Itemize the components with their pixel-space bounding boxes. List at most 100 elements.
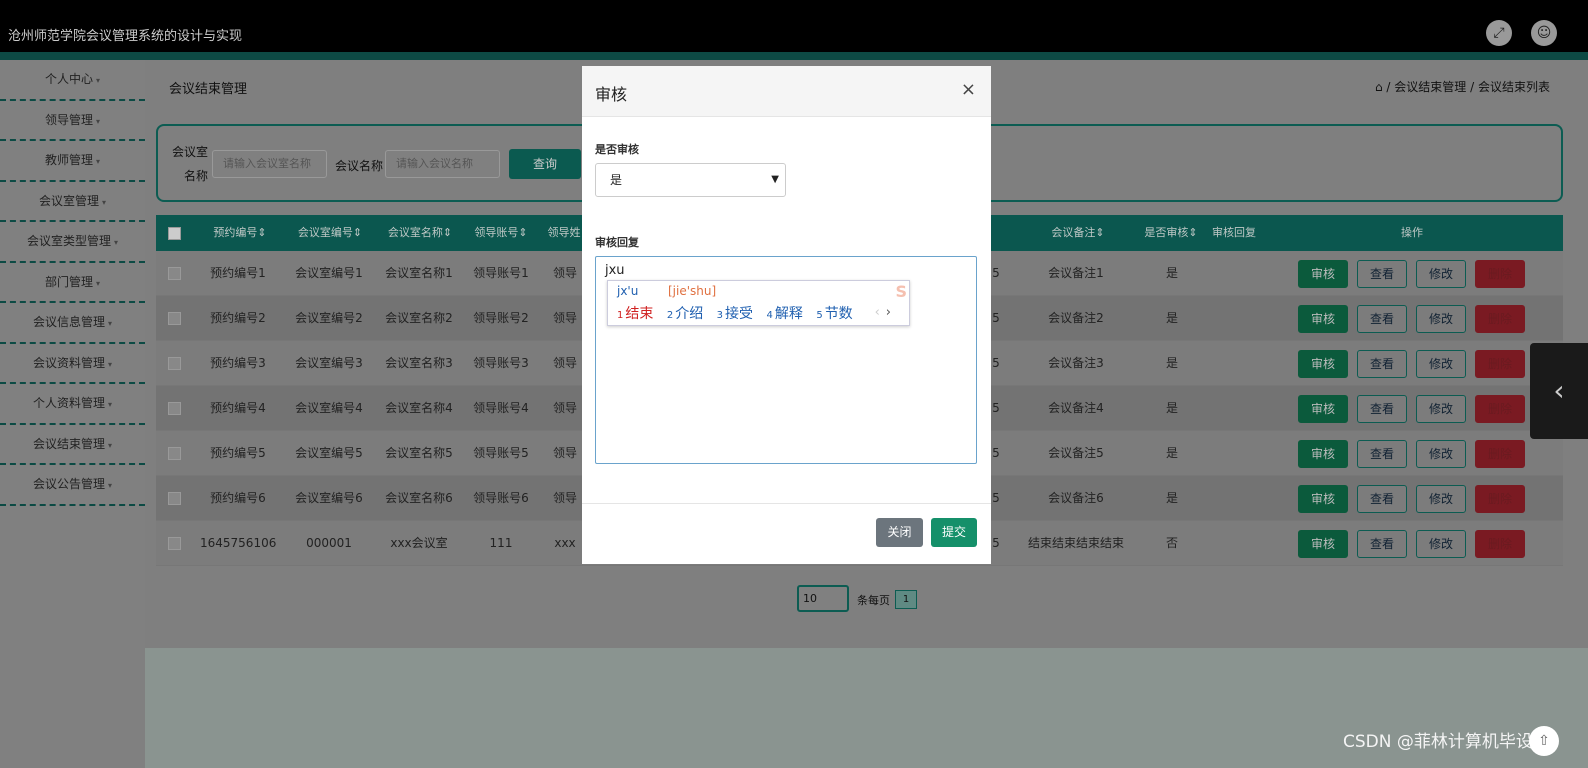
ime-next-icon[interactable]: › — [886, 305, 891, 320]
breadcrumb-level1[interactable]: 会议结束管理 — [1394, 80, 1466, 94]
ime-candidate-word: 接受 — [725, 306, 754, 322]
delete-button[interactable]: 删除 — [1475, 305, 1525, 333]
audit-button[interactable]: 审核 — [1298, 440, 1348, 468]
sidebar-item-label: 个人中心 — [44, 72, 93, 86]
ime-candidate[interactable]: 4 解释 — [766, 306, 802, 322]
cell-room-no: 会议室编号4 — [295, 401, 363, 415]
view-button[interactable]: 查看 — [1357, 350, 1407, 378]
submit-button[interactable]: 提交 — [931, 518, 977, 547]
page-button-current[interactable]: 1 — [895, 590, 917, 609]
header-label: 会议备注 — [1051, 226, 1096, 239]
edit-button[interactable]: 修改 — [1416, 260, 1466, 288]
meeting-name-input[interactable]: 请输入会议名称 — [385, 150, 500, 178]
watermark: CSDN @菲林计算机毕设 — [1343, 732, 1533, 752]
scroll-top-icon[interactable]: ⇧ — [1529, 726, 1559, 756]
select-all-checkbox[interactable] — [168, 227, 181, 240]
row-checkbox[interactable] — [168, 312, 181, 325]
edit-button[interactable]: 修改 — [1416, 305, 1466, 333]
ime-candidate[interactable]: 1 结束 — [617, 306, 653, 322]
row-checkbox[interactable] — [168, 447, 181, 460]
delete-button[interactable]: 删除 — [1475, 350, 1525, 378]
delete-button[interactable]: 删除 — [1475, 260, 1525, 288]
edit-button[interactable]: 修改 — [1416, 350, 1466, 378]
row-checkbox[interactable] — [168, 537, 181, 550]
header-label: 领导账号 — [474, 226, 519, 239]
cell-reserve: 1645756106 — [200, 536, 277, 550]
cell-partial: 5 — [992, 401, 1000, 415]
cell-room-no: 会议室编号2 — [295, 311, 363, 325]
header-room-name[interactable]: 会议室名称⇕ — [382, 215, 458, 251]
sidebar-item-teacher[interactable]: 教师管理 ▾ — [0, 141, 145, 182]
sidebar-item-leader[interactable]: 领导管理 ▾ — [0, 101, 145, 141]
view-button[interactable]: 查看 — [1357, 260, 1407, 288]
audit-button[interactable]: 审核 — [1298, 485, 1348, 513]
view-button[interactable]: 查看 — [1357, 440, 1407, 468]
ime-candidate-number: 5 — [816, 310, 823, 321]
view-button[interactable]: 查看 — [1357, 485, 1407, 513]
sidebar-item-personal-center[interactable]: 个人中心 ▾ — [0, 60, 145, 101]
header-leader-name[interactable]: 领导姓 — [544, 215, 584, 251]
sidebar-item-room-type[interactable]: 会议室类型管理 ▾ — [0, 222, 145, 263]
audit-button[interactable]: 审核 — [1298, 260, 1348, 288]
audit-button[interactable]: 审核 — [1298, 305, 1348, 333]
row-checkbox[interactable] — [168, 267, 181, 280]
meeting-name-label: 会议名称 — [335, 159, 384, 173]
sidebar-item-department[interactable]: 部门管理 ▾ — [0, 263, 145, 303]
cell-remark: 会议备注5 — [1048, 446, 1104, 460]
header-label: 会议室名称 — [387, 226, 443, 239]
home-icon[interactable]: ⌂ — [1375, 80, 1383, 94]
edit-button[interactable]: 修改 — [1416, 485, 1466, 513]
edit-button[interactable]: 修改 — [1416, 395, 1466, 423]
delete-button[interactable]: 删除 — [1475, 395, 1525, 423]
cell-remark: 结束结束结束结束 — [1027, 536, 1124, 550]
close-button[interactable]: 关闭 — [876, 518, 923, 547]
header-reserve[interactable]: 预约编号⇕ — [204, 215, 276, 251]
audit-button[interactable]: 审核 — [1298, 530, 1348, 558]
row-checkbox[interactable] — [168, 402, 181, 415]
header-label: 预约编号 — [213, 226, 258, 239]
breadcrumb: ⌂ / 会议结束管理 / 会议结束列表 — [1375, 78, 1550, 95]
audit-status-select[interactable]: 是 ▼ — [595, 163, 786, 197]
audit-status-label: 是否审核 — [595, 143, 639, 156]
delete-button[interactable]: 删除 — [1475, 440, 1525, 468]
audit-reply-label: 审核回复 — [595, 236, 639, 249]
close-icon[interactable]: × — [961, 79, 976, 100]
sidebar-item-personal-material[interactable]: 个人资料管理 ▾ — [0, 384, 145, 425]
delete-button[interactable]: 删除 — [1475, 485, 1525, 513]
audit-reply-value: jxu — [605, 263, 625, 278]
ime-candidate[interactable]: 3 接受 — [717, 306, 753, 322]
view-button[interactable]: 查看 — [1357, 305, 1407, 333]
audit-button[interactable]: 审核 — [1298, 350, 1348, 378]
view-button[interactable]: 查看 — [1357, 530, 1407, 558]
view-button[interactable]: 查看 — [1357, 395, 1407, 423]
ime-prev-icon[interactable]: ‹ — [875, 305, 880, 320]
ime-candidate[interactable]: 5 节数 — [816, 306, 852, 322]
cell-room-name: xxx会议室 — [390, 536, 448, 550]
edit-button[interactable]: 修改 — [1416, 530, 1466, 558]
row-checkbox[interactable] — [168, 357, 181, 370]
room-name-input[interactable]: 请输入会议室名称 — [212, 150, 327, 178]
row-checkbox[interactable] — [168, 492, 181, 505]
header-room-no[interactable]: 会议室编号⇕ — [292, 215, 368, 251]
sidebar-item-meeting-end[interactable]: 会议结束管理 ▾ — [0, 425, 145, 465]
delete-button[interactable]: 删除 — [1475, 530, 1525, 558]
sidebar-item-room[interactable]: 会议室管理 ▾ — [0, 182, 145, 222]
audit-reply-textarea[interactable]: jxu jx'u [jie'shu] S 1 结束 2 介绍 3 接受 4 解释 5 节数… — [595, 256, 977, 464]
ime-candidate[interactable]: 2 介绍 — [667, 306, 703, 322]
query-button[interactable]: 查询 — [509, 149, 581, 179]
header-audited[interactable]: 是否审核⇕ — [1140, 215, 1202, 251]
audit-button[interactable]: 审核 — [1298, 395, 1348, 423]
header-remark[interactable]: 会议备注⇕ — [1042, 215, 1114, 251]
sidebar-item-announcement[interactable]: 会议公告管理 ▾ — [0, 465, 145, 506]
sidebar-item-meeting-info[interactable]: 会议信息管理 ▾ — [0, 303, 145, 344]
cell-reserve: 预约编号4 — [210, 401, 266, 415]
user-icon[interactable]: ☺ — [1531, 20, 1557, 46]
chevron-left-icon[interactable]: ‹ — [1530, 343, 1588, 439]
cell-partial: 5 — [992, 266, 1000, 280]
cell-leader: 领导账号1 — [473, 266, 529, 280]
header-leader[interactable]: 领导账号⇕ — [468, 215, 534, 251]
page-size-select[interactable]: 10 — [797, 585, 849, 612]
sidebar-item-meeting-material[interactable]: 会议资料管理 ▾ — [0, 344, 145, 384]
expand-icon[interactable]: ⤢ — [1486, 20, 1512, 46]
edit-button[interactable]: 修改 — [1416, 440, 1466, 468]
